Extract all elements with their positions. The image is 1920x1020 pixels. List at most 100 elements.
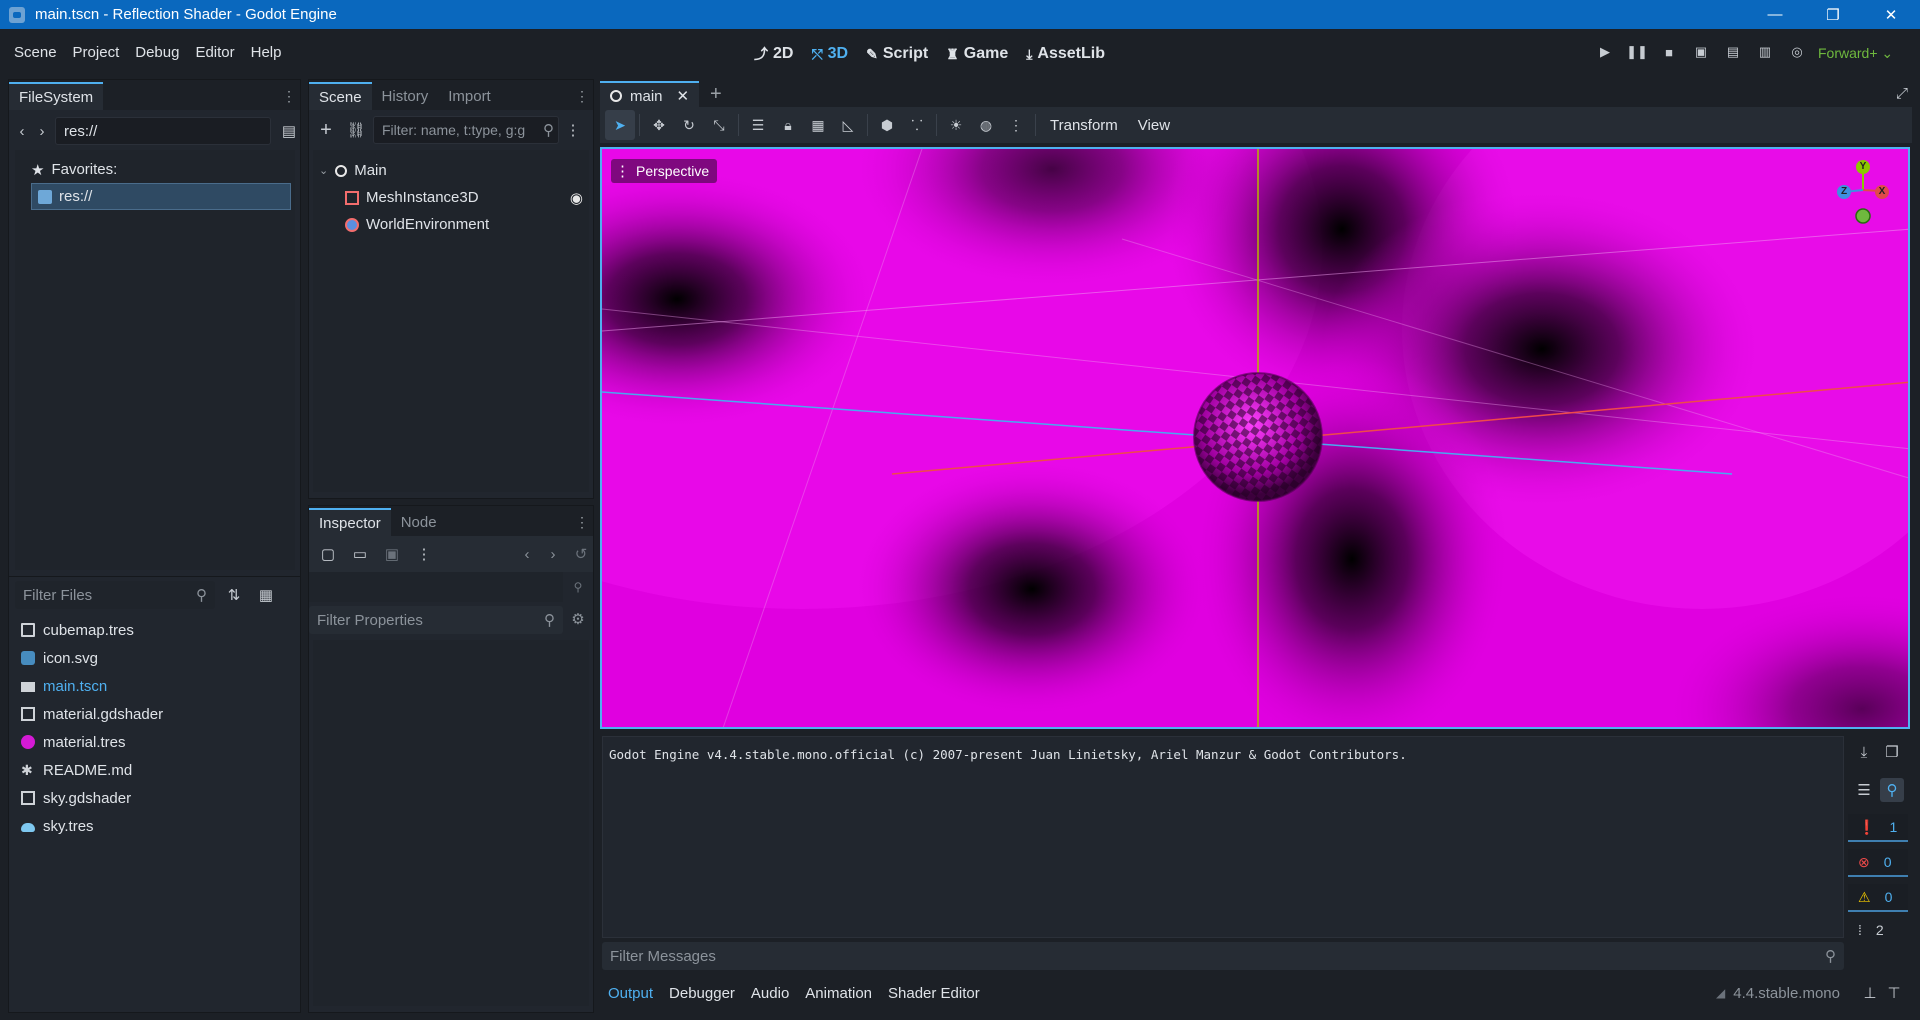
object-selector[interactable]	[309, 572, 563, 602]
tab-audio[interactable]: Audio	[743, 985, 797, 1002]
menu-editor[interactable]: Editor	[187, 44, 242, 61]
docs-icon[interactable]: ⚲	[567, 576, 589, 598]
back-arrow-icon[interactable]: ‹	[15, 118, 29, 144]
tree-item-worldenvironment[interactable]: WorldEnvironment	[313, 211, 589, 238]
stop-icon[interactable]: ■	[1654, 39, 1684, 65]
editor-messages-toggle[interactable]: ⁞ 2	[1858, 922, 1884, 938]
gizmo-y-icon[interactable]: Y	[1856, 160, 1870, 174]
menu-project[interactable]: Project	[65, 44, 128, 61]
thumbnail-view-icon[interactable]: ▦	[253, 582, 279, 608]
kebab-menu-icon[interactable]: ⋮	[411, 541, 437, 567]
path-field[interactable]: res://	[55, 117, 271, 145]
movie-maker-icon[interactable]: ◎	[1782, 39, 1812, 65]
list-item[interactable]: material.gdshader	[9, 700, 300, 728]
open-folder-icon[interactable]: ▭	[347, 541, 373, 567]
tab-history[interactable]: History	[372, 82, 439, 110]
history-forward-icon[interactable]: ›	[543, 541, 563, 567]
tab-scene[interactable]: Scene	[309, 82, 372, 110]
sort-icon[interactable]: ⇅	[221, 582, 247, 608]
workspace-assetlib-button[interactable]: ⤓ AssetLib	[1021, 41, 1110, 67]
kebab-menu-icon[interactable]: ⋮	[1001, 110, 1031, 140]
select-tool-icon[interactable]: ➤	[605, 110, 635, 140]
object-history-icon[interactable]: ↺	[569, 541, 593, 567]
tab-output[interactable]: Output	[600, 985, 661, 1002]
transform-menu[interactable]: Transform	[1040, 117, 1128, 134]
kebab-menu-icon[interactable]: ⋮	[575, 88, 589, 105]
error-count-toggle[interactable]: ⊗ 0	[1848, 849, 1908, 877]
close-icon[interactable]: ✕	[677, 87, 690, 105]
tree-item-meshinstance3d[interactable]: MeshInstance3D ◉	[313, 184, 589, 211]
save-icon[interactable]: ▣	[379, 541, 405, 567]
play-scene-icon[interactable]: ▤	[1718, 39, 1748, 65]
kebab-menu-icon[interactable]: ⋮	[282, 88, 296, 105]
workspace-game-button[interactable]: ♜ Game	[941, 41, 1013, 67]
gizmo-x-icon[interactable]: X	[1875, 185, 1889, 199]
favorites-item[interactable]: ★ Favorites:	[15, 156, 295, 183]
workspace-2d-button[interactable]: ⤴ 2D	[749, 41, 798, 67]
3d-viewport[interactable]: ⋮ Perspective Y Z X	[600, 147, 1910, 729]
tree-item-main[interactable]: ⌄ Main	[313, 157, 589, 184]
environment-preview-icon[interactable]: ◍	[971, 110, 1001, 140]
new-resource-icon[interactable]: ▢	[315, 541, 341, 567]
add-tab-icon[interactable]: +	[710, 83, 722, 106]
close-button[interactable]: ✕	[1862, 0, 1920, 29]
scene-filter-input[interactable]: Filter: name, t:type, g:g ⚲	[373, 116, 559, 144]
workspace-script-button[interactable]: ✎ Script	[861, 41, 933, 67]
list-item[interactable]: sky.gdshader	[9, 784, 300, 812]
tab-node[interactable]: Node	[391, 508, 447, 536]
collapse-icon[interactable]: ☰	[1852, 778, 1876, 802]
message-count-toggle[interactable]: ❗ 1	[1848, 814, 1908, 842]
ruler-icon[interactable]: ◺	[833, 110, 863, 140]
group-icon[interactable]: ▦	[803, 110, 833, 140]
workspace-3d-button[interactable]: ⤲ 3D	[806, 41, 853, 67]
history-back-icon[interactable]: ‹	[517, 541, 537, 567]
expand-panel-icon[interactable]: ⊤	[1882, 981, 1906, 1005]
tab-shader-editor[interactable]: Shader Editor	[880, 985, 988, 1002]
list-item[interactable]: sky.tres	[9, 812, 300, 840]
rotate-tool-icon[interactable]: ↻	[674, 110, 704, 140]
tab-main-scene[interactable]: main ✕	[600, 81, 700, 109]
add-node-icon[interactable]: +	[313, 116, 339, 144]
distraction-free-icon[interactable]: ⤢	[1896, 85, 1908, 102]
tab-import[interactable]: Import	[438, 82, 501, 110]
filter-messages-input[interactable]: Filter Messages ⚲	[602, 942, 1844, 970]
forward-arrow-icon[interactable]: ›	[35, 118, 49, 144]
lock-icon[interactable]: 🔒︎	[773, 110, 803, 140]
minimize-button[interactable]: —	[1746, 0, 1804, 29]
perspective-menu[interactable]: ⋮ Perspective	[611, 159, 718, 183]
instance-scene-icon[interactable]: ⛓	[343, 116, 369, 144]
kebab-menu-icon[interactable]: ⋮	[563, 116, 583, 144]
remote-debug-icon[interactable]: ▣	[1686, 39, 1716, 65]
visibility-eye-icon[interactable]: ◉	[570, 189, 583, 207]
play-custom-scene-icon[interactable]: ▥	[1750, 39, 1780, 65]
snap-icon[interactable]: ⸪	[902, 110, 932, 140]
list-item[interactable]: cubemap.tres	[9, 616, 300, 644]
pin-icon[interactable]: ⊥	[1858, 981, 1882, 1005]
clear-log-icon[interactable]: ⤓	[1852, 740, 1876, 764]
menu-scene[interactable]: Scene	[6, 44, 65, 61]
view-gizmo[interactable]: Y Z X	[1830, 157, 1896, 229]
menu-help[interactable]: Help	[243, 44, 290, 61]
tune-icon[interactable]: ⚙	[567, 608, 589, 630]
filter-properties-input[interactable]: Filter Properties ⚲	[309, 606, 563, 634]
tab-filesystem[interactable]: FileSystem	[9, 82, 104, 110]
tab-animation[interactable]: Animation	[797, 985, 880, 1002]
copy-icon[interactable]: ❐	[1880, 740, 1904, 764]
list-item[interactable]: material.tres	[9, 728, 300, 756]
pause-icon[interactable]: ❚❚	[1622, 39, 1652, 65]
gizmo-z-icon[interactable]: Z	[1837, 185, 1851, 199]
play-icon[interactable]: ▶	[1590, 39, 1620, 65]
res-root-item[interactable]: res://	[31, 183, 291, 210]
split-mode-icon[interactable]: ▤	[277, 118, 301, 144]
kebab-menu-icon[interactable]: ⋮	[575, 514, 589, 531]
selectable-list-icon[interactable]: ☰	[743, 110, 773, 140]
maximize-button[interactable]: ❐	[1804, 0, 1862, 29]
list-item[interactable]: ✱ README.md	[9, 756, 300, 784]
list-item[interactable]: main.tscn	[9, 672, 300, 700]
view-menu[interactable]: View	[1128, 117, 1180, 134]
filter-files-input[interactable]: Filter Files ⚲	[15, 581, 215, 609]
tab-debugger[interactable]: Debugger	[661, 985, 743, 1002]
search-icon[interactable]: ⚲	[1880, 778, 1904, 802]
list-item[interactable]: icon.svg	[9, 644, 300, 672]
renderer-select[interactable]: Forward+ ⌄	[1818, 45, 1893, 62]
